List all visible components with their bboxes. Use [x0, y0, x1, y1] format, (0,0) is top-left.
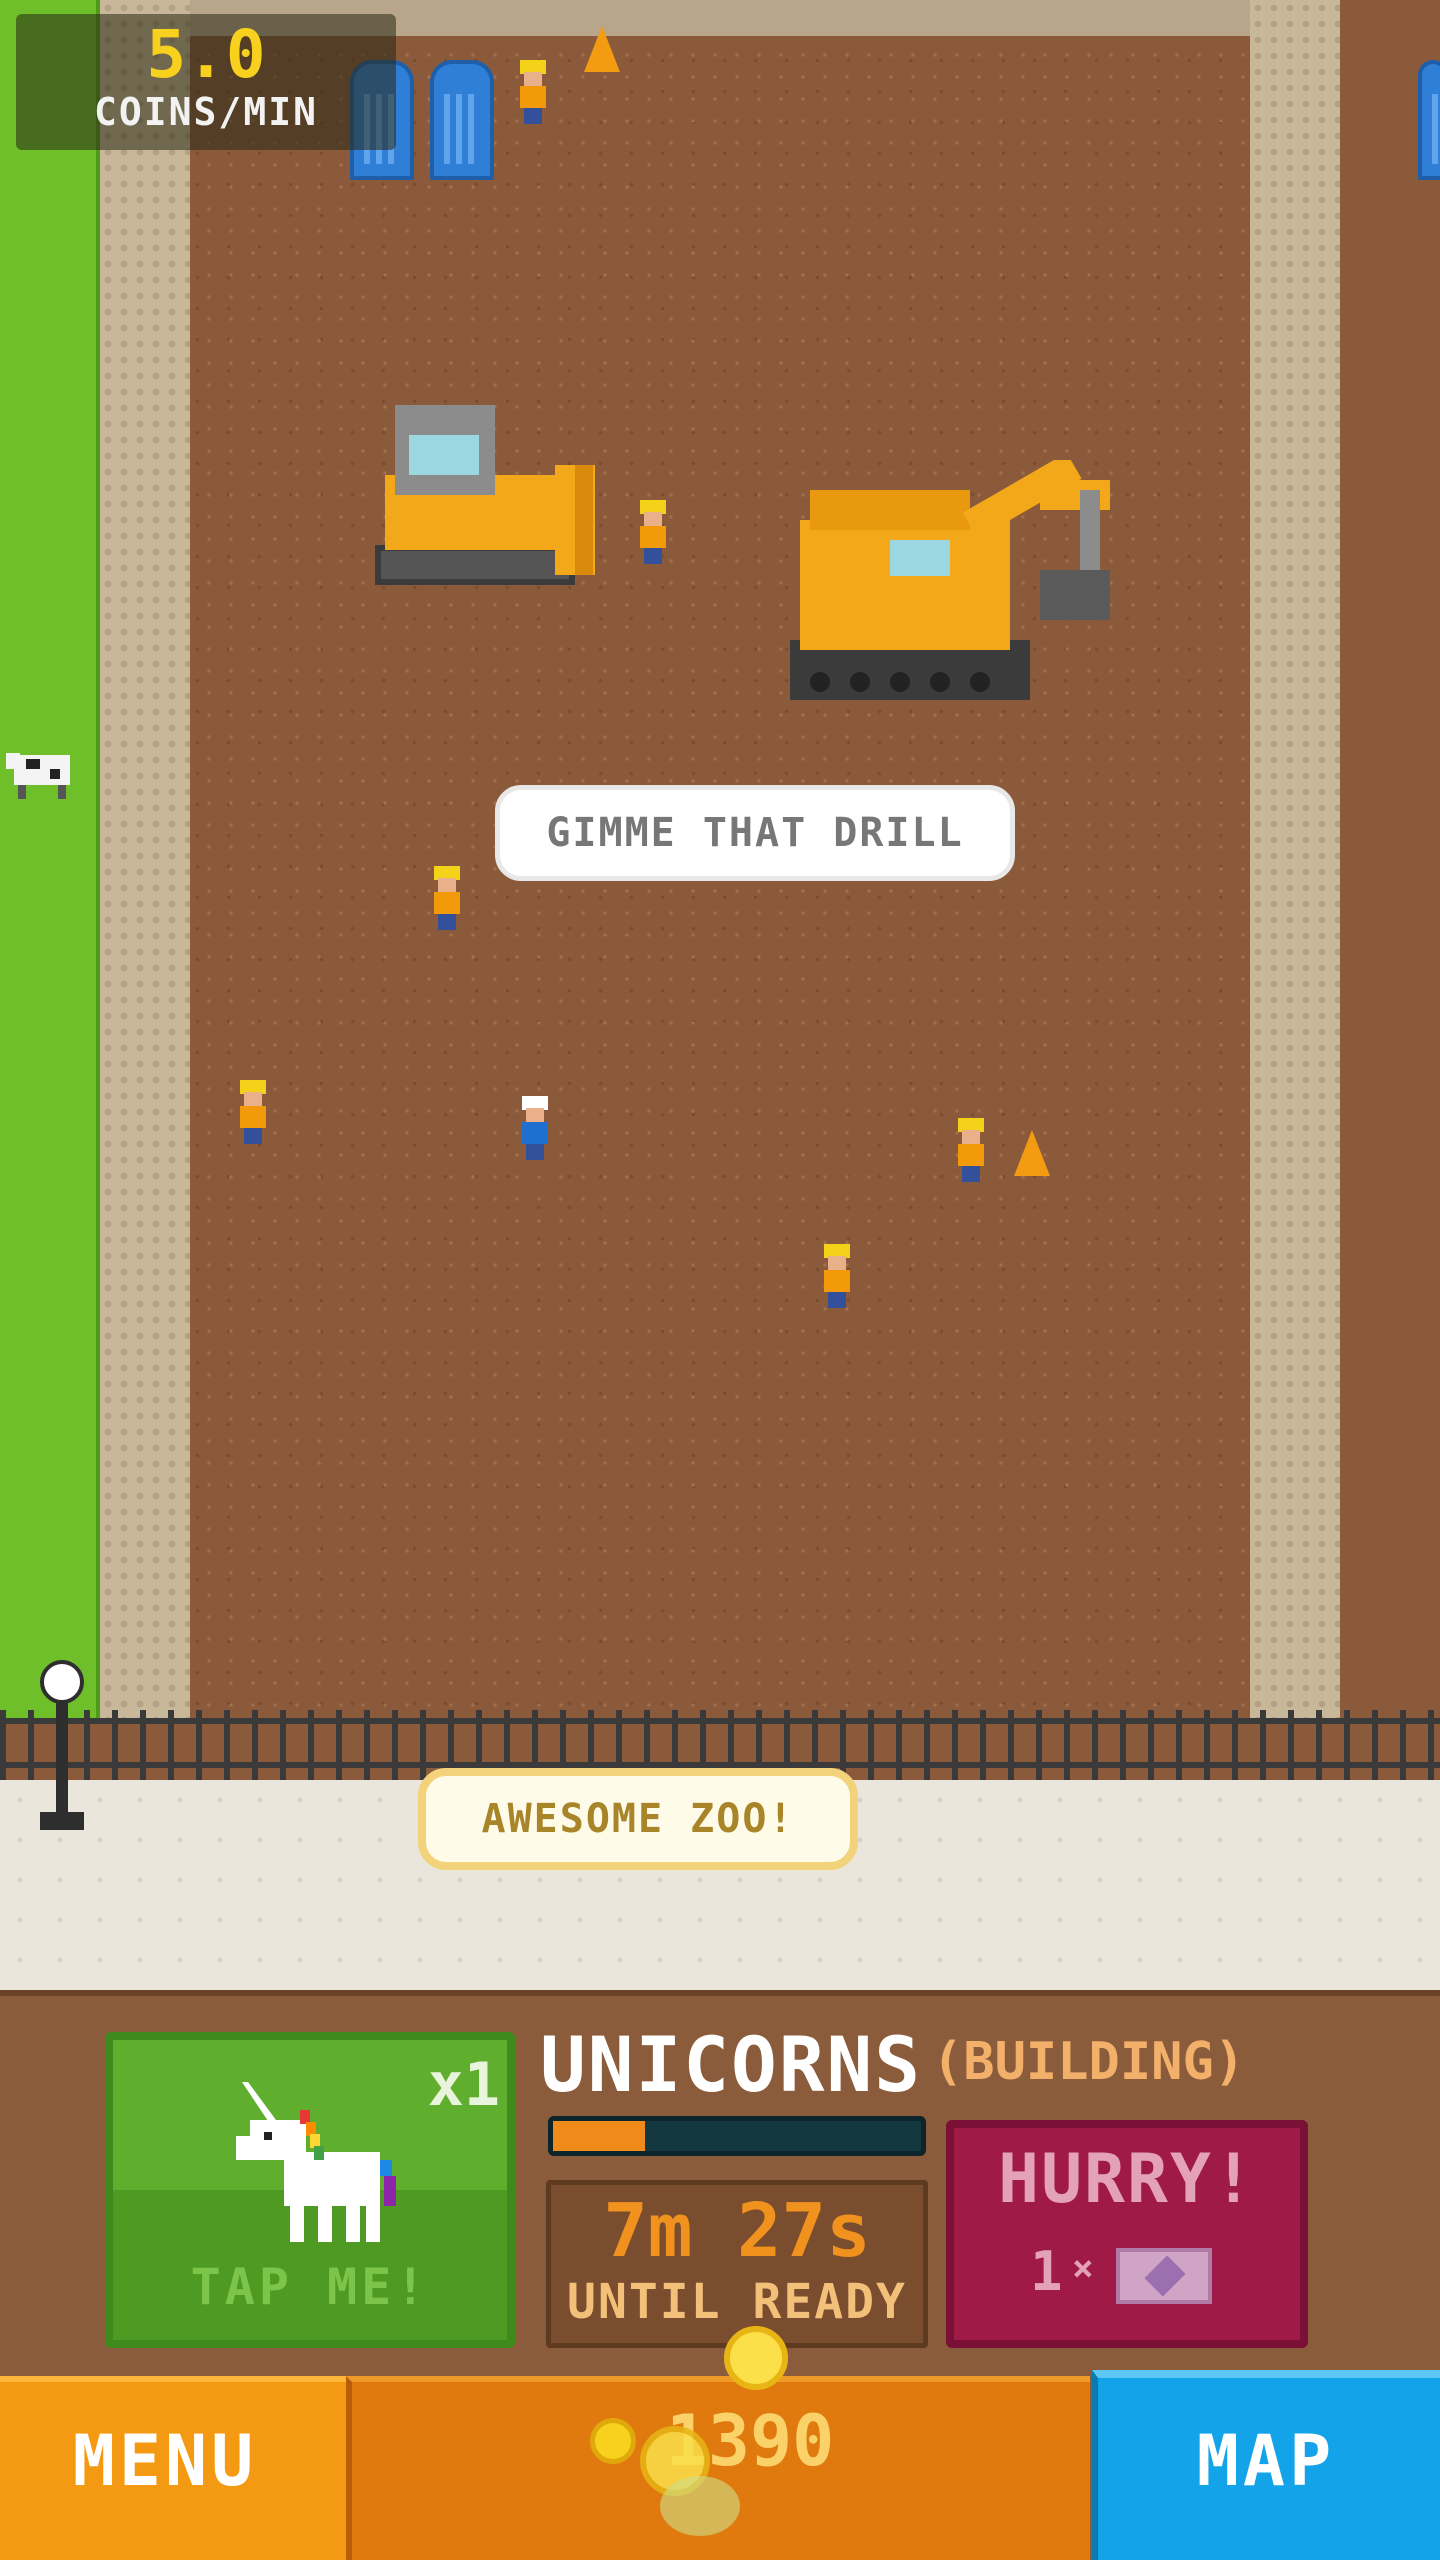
coin-sparkle-icon [660, 2476, 740, 2536]
worker-icon[interactable] [954, 1118, 988, 1182]
stone-wall-left [100, 0, 190, 1720]
worker-icon[interactable] [636, 500, 670, 564]
worker-speech-bubble: GIMME THAT DRILL [495, 785, 1015, 881]
exhibit-title: UNICORNS [540, 2020, 923, 2109]
visitor-speech-bubble: AWESOME ZOO! [418, 1768, 858, 1870]
worker-icon[interactable] [430, 866, 464, 930]
timer-caption: UNTIL READY [567, 2274, 907, 2330]
bulldozer-icon [375, 405, 595, 585]
floating-coin-icon[interactable] [724, 2326, 788, 2390]
hurry-multiplier: × [1072, 2248, 1094, 2289]
gem-icon [1116, 2248, 1212, 2304]
exhibit-status: (BUILDING) [932, 2032, 1246, 2092]
visitor-icon[interactable] [518, 1096, 552, 1160]
cow-icon[interactable] [6, 745, 76, 801]
build-progress-fill [553, 2121, 645, 2151]
lamp-base [40, 1812, 84, 1830]
lamp-light-icon [40, 1660, 84, 1704]
hurry-cost: 1 [1030, 2240, 1063, 2303]
traffic-cone-icon [1014, 1130, 1050, 1176]
tap-me-label: TAP ME! [190, 2258, 430, 2316]
stone-wall-right [1250, 0, 1340, 1720]
excavator-icon [790, 460, 1110, 700]
worker-icon[interactable] [820, 1244, 854, 1308]
unicorn-icon[interactable] [230, 2080, 400, 2250]
porta-potty-icon [430, 60, 494, 180]
income-rate-value: 5.0 [146, 16, 266, 93]
traffic-cone-icon [584, 26, 620, 72]
map-label: MAP [1196, 2420, 1336, 2502]
grass-area [0, 0, 110, 1720]
income-rate-unit: COINS/MIN [94, 90, 318, 134]
worker-icon[interactable] [516, 60, 550, 124]
hurry-label: HURRY! [998, 2140, 1256, 2219]
animal-count: x1 [427, 2050, 500, 2120]
menu-label: MENU [72, 2420, 258, 2502]
build-timer: 7m 27s [603, 2188, 871, 2274]
neighbor-lot[interactable] [1340, 0, 1440, 1720]
worker-icon[interactable] [236, 1080, 270, 1144]
porta-potty-icon [1418, 60, 1440, 180]
